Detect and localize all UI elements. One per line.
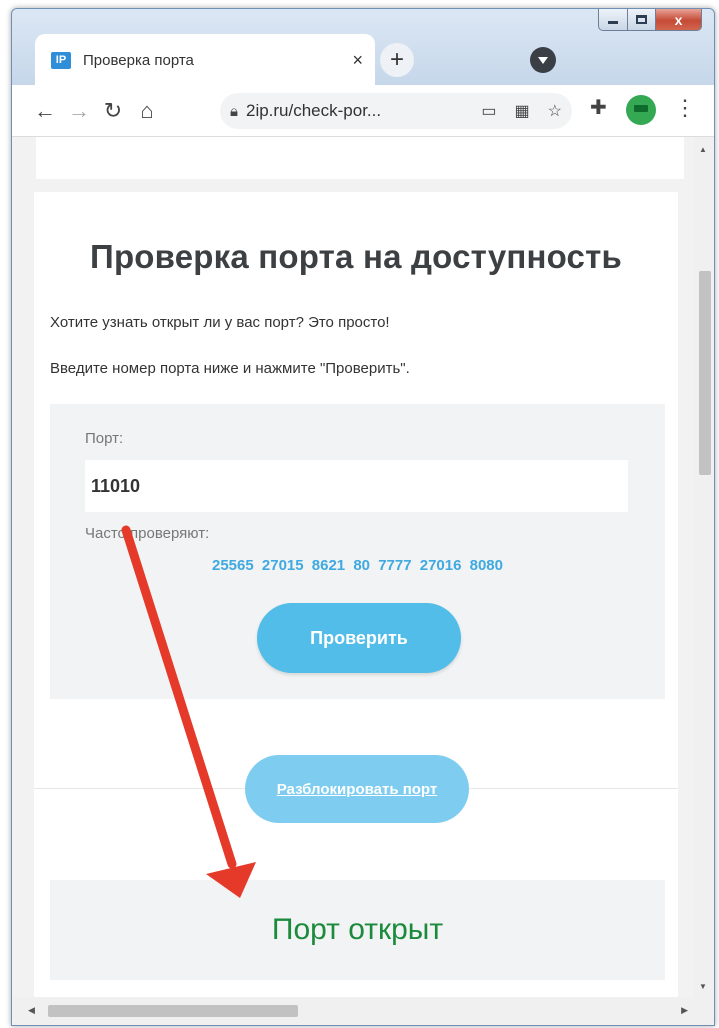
extension-icon[interactable] (626, 95, 656, 125)
cast-icon[interactable]: ▭ (481, 101, 496, 121)
frequent-port-link[interactable]: 27015 (262, 557, 304, 574)
browser-window: x IP Проверка порта × + ← → ↻ ⌂ 🔒︎ 2ip.r… (11, 8, 715, 1026)
port-input[interactable] (85, 460, 628, 512)
port-form: Порт: Часто проверяют: 25565 27015 8621 … (50, 404, 665, 699)
scroll-down-icon[interactable]: ▼ (699, 982, 707, 991)
back-arrow-icon[interactable]: ← (28, 94, 62, 128)
intro-text: Хотите узнать открыт ли у вас порт? Это … (50, 314, 390, 331)
result-text: Порт открыт (271, 913, 444, 946)
top-card (36, 137, 684, 179)
frequent-port-link[interactable]: 27016 (420, 557, 462, 574)
site-favicon-icon: IP (51, 51, 71, 69)
frequent-port-link[interactable]: 80 (353, 557, 370, 574)
check-button[interactable]: Проверить (257, 603, 461, 673)
frequent-port-link[interactable]: 25565 (212, 557, 254, 574)
browser-tab[interactable]: IP Проверка порта × (35, 34, 375, 86)
url-text[interactable]: 2ip.ru/check-por... (246, 101, 463, 121)
minimize-icon (608, 21, 618, 24)
frequent-port-link[interactable]: 8621 (312, 557, 345, 574)
menu-dots-icon[interactable]: ⋮ (674, 95, 696, 121)
unblock-port-button[interactable]: Разблокировать порт (245, 755, 469, 823)
minimize-button[interactable] (598, 9, 628, 31)
close-window-button[interactable]: x (656, 9, 702, 31)
home-icon[interactable]: ⌂ (130, 94, 164, 128)
forward-arrow-icon[interactable]: → (62, 94, 96, 128)
window-controls: x (598, 9, 702, 33)
maximize-button[interactable] (628, 9, 656, 31)
result-box: Порт открыт (50, 880, 665, 980)
page-viewport: Проверка порта на доступность Хотите узн… (12, 137, 696, 997)
scroll-left-icon[interactable]: ◀ (28, 1005, 35, 1016)
horizontal-scroll-thumb[interactable] (48, 1005, 298, 1017)
address-bar[interactable]: 🔒︎ 2ip.ru/check-por... ▭ ▦ ☆ (220, 93, 572, 129)
frequent-port-link[interactable]: 7777 (378, 557, 411, 574)
scroll-right-icon[interactable]: ▶ (681, 1005, 688, 1016)
vertical-scrollbar[interactable]: ▲ ▼ (694, 137, 714, 997)
maximize-icon (636, 15, 647, 24)
tab-close-icon[interactable]: × (352, 50, 363, 71)
scroll-up-icon[interactable]: ▲ (699, 145, 707, 154)
frequent-ports-list: 25565 27015 8621 80 7777 27016 8080 (50, 557, 665, 574)
bookmark-star-icon[interactable]: ☆ (548, 101, 562, 121)
port-check-card: Проверка порта на доступность Хотите узн… (34, 192, 678, 997)
frequent-port-link[interactable]: 8080 (470, 557, 503, 574)
close-icon: x (674, 11, 683, 28)
tab-title: Проверка порта (83, 51, 194, 69)
browser-toolbar: ← → ↻ ⌂ 🔒︎ 2ip.ru/check-por... ▭ ▦ ☆ ✚ ⋮ (12, 85, 714, 137)
qr-code-icon[interactable]: ▦ (515, 101, 530, 121)
new-tab-button[interactable]: + (380, 43, 414, 77)
frequent-ports-label: Часто проверяют: (85, 525, 210, 542)
port-label: Порт: (85, 430, 124, 447)
instruction-text: Введите номер порта ниже и нажмите "Пров… (50, 360, 410, 377)
horizontal-scrollbar[interactable]: ◀ ▶ (12, 997, 696, 1025)
reload-icon[interactable]: ↻ (96, 94, 130, 128)
lock-icon: 🔒︎ (230, 102, 238, 120)
tab-search-icon[interactable] (530, 47, 556, 73)
page-title: Проверка порта на доступность (90, 238, 622, 275)
vertical-scroll-thumb[interactable] (699, 271, 711, 475)
extensions-puzzle-icon[interactable]: ✚ (590, 95, 607, 120)
scrollbar-corner (694, 997, 714, 1025)
